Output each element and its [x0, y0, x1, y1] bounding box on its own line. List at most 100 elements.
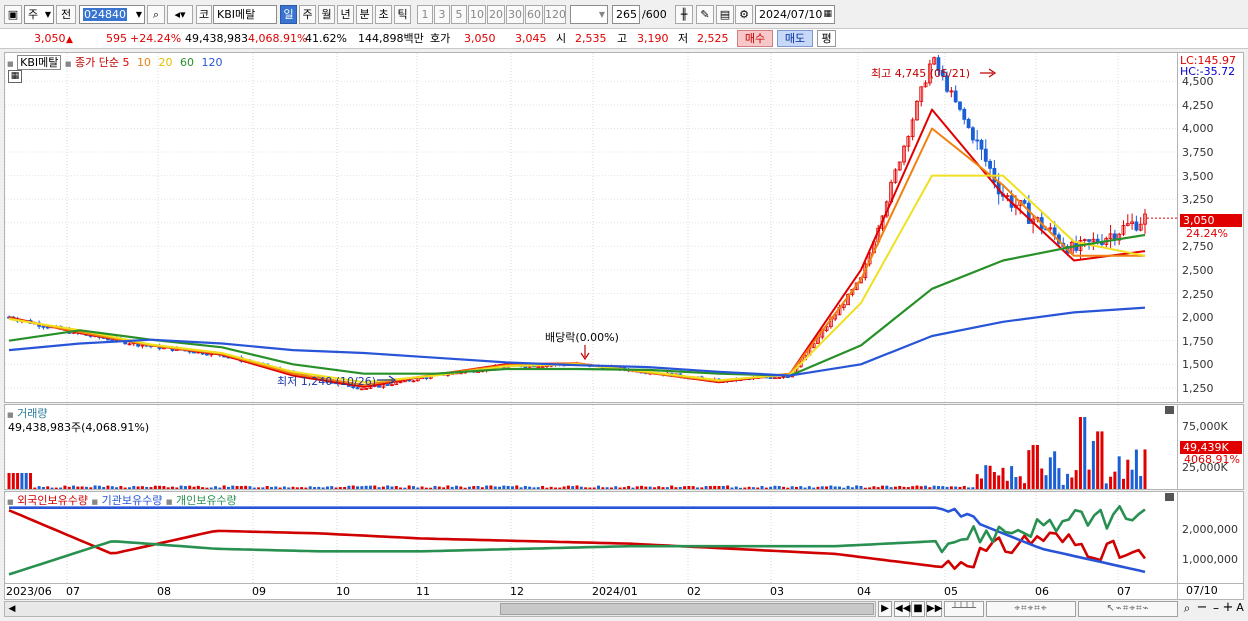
period-tab[interactable]: 년	[337, 5, 354, 24]
buy-button[interactable]: 매수	[737, 30, 773, 47]
volume-bar	[640, 485, 644, 489]
gear-icon[interactable]: ⚙	[735, 5, 753, 24]
volume-bar	[979, 478, 983, 489]
scroll-thumb[interactable]	[500, 603, 874, 615]
volume-bar	[708, 486, 712, 489]
volume-bar	[975, 474, 979, 489]
volume-bar	[863, 487, 867, 489]
calculator-icon[interactable]: ▦	[8, 70, 22, 83]
drawing-tools-icon[interactable]: ⌖⌗⌖⌗⌖	[986, 601, 1076, 617]
low-label: 저	[678, 32, 689, 45]
interval-button[interactable]: 60	[525, 5, 543, 24]
speaker-icon[interactable]: ◂▾	[167, 5, 193, 24]
price-panel: ■ KBI메탈 ■ 종가 단순 5 10 20 60 120 ▦ 최고 4,74…	[4, 52, 1178, 403]
volume-bar	[713, 485, 717, 489]
interval-button[interactable]: 120	[544, 5, 566, 24]
period-tab[interactable]: 주	[299, 5, 316, 24]
volume-bar	[162, 486, 166, 489]
volume-bar	[1010, 466, 1014, 489]
price-tick: 4,000	[1182, 122, 1214, 136]
volume-bar	[855, 485, 859, 489]
volume-bar	[295, 487, 299, 489]
x-axis-end-label: 07/10	[1186, 584, 1218, 597]
interval-button[interactable]: 5	[451, 5, 467, 24]
interval-button[interactable]: 20	[487, 5, 505, 24]
stop-icon[interactable]: ■	[911, 601, 925, 617]
chevron-down-icon: ▼	[44, 10, 51, 19]
x-axis-end-box: 07/10	[1178, 584, 1244, 600]
legend-bullet-icon: ■	[91, 498, 99, 506]
current-pct-label: 24.24%	[1186, 227, 1228, 240]
window-icon[interactable]: ▣	[4, 5, 22, 24]
volume-bar	[386, 485, 390, 489]
volume-bar	[399, 487, 403, 489]
stock-code-input[interactable]: 024840 ▼	[79, 5, 145, 24]
draw-tool-icon[interactable]: ✎	[696, 5, 714, 24]
volume-bar	[1083, 417, 1087, 489]
scroll-right-icon[interactable]: ▶	[878, 601, 892, 617]
interval-button[interactable]: 10	[468, 5, 486, 24]
volume-bar	[631, 487, 635, 489]
prev-button[interactable]: 전	[56, 5, 76, 24]
volume-bar	[265, 485, 269, 489]
volume-bar	[601, 487, 605, 489]
volume-bar	[691, 486, 695, 489]
custom-interval-input[interactable]: ▼	[570, 5, 608, 24]
interval-button[interactable]: 3	[434, 5, 450, 24]
volume-bar	[661, 487, 665, 489]
volume-bar	[700, 487, 704, 489]
volume-bar	[597, 485, 601, 489]
market-select[interactable]: 주 ▼	[24, 5, 54, 24]
volume-bar	[291, 486, 295, 489]
interval-button[interactable]: 1	[417, 5, 433, 24]
font-size-icon[interactable]: A	[1234, 601, 1246, 617]
volume-bar	[394, 486, 398, 489]
x-tick: 03	[770, 585, 784, 598]
horizontal-scrollbar[interactable]: ◀	[4, 601, 876, 617]
period-tab[interactable]: 틱	[394, 5, 411, 24]
scroll-left-icon[interactable]: ◀	[5, 602, 19, 616]
high-price: 3,190	[637, 32, 669, 45]
zoom-icon[interactable]: ⌕	[1180, 601, 1194, 617]
zoom-out-icon[interactable]: −	[1196, 601, 1208, 617]
search-icon[interactable]: ⌕	[147, 5, 165, 24]
fast-forward-icon[interactable]: ▶▶	[926, 601, 942, 617]
volume-bar	[1096, 431, 1100, 489]
period-tab[interactable]: 월	[318, 5, 335, 24]
panel-close-icon[interactable]	[1165, 493, 1174, 501]
period-tab[interactable]: 초	[375, 5, 392, 24]
count-input[interactable]: 265	[612, 5, 640, 24]
volume-bar	[351, 485, 355, 489]
candle-body	[768, 377, 773, 379]
main-toolbar: ▣ 주 ▼ 전 024840 ▼ ⌕ ◂▾ 코 KBI메탈 일주월년분초틱 1351…	[0, 0, 1248, 29]
volume-chart	[5, 405, 1147, 489]
candle-icon[interactable]: ╫	[675, 5, 693, 24]
interval-button[interactable]: 30	[506, 5, 524, 24]
candle-body	[983, 148, 988, 162]
volume-bar	[80, 486, 84, 489]
analysis-tools-icon[interactable]: ↖⌁⌗⌖⌗⌁	[1078, 601, 1178, 617]
period-tab[interactable]: 분	[356, 5, 373, 24]
save-icon[interactable]: ▤	[716, 5, 734, 24]
panel-close-icon[interactable]	[1165, 406, 1174, 414]
avg-button[interactable]: 평	[817, 30, 836, 47]
rewind-icon[interactable]: ◀◀	[894, 601, 910, 617]
volume-bar	[739, 487, 743, 489]
date-input[interactable]: 2024/07/10 ▦	[755, 5, 835, 24]
volume-bar	[102, 486, 106, 489]
zoom-in-icon[interactable]: +	[1222, 601, 1234, 617]
sell-button[interactable]: 매도	[777, 30, 813, 47]
collapse-icon[interactable]: –	[1210, 601, 1222, 617]
volume-bar	[837, 486, 841, 489]
volume-bar	[829, 485, 833, 489]
holdings-tick: 1,000,000	[1182, 553, 1238, 566]
period-tab[interactable]: 일	[280, 5, 297, 24]
volume-bar	[214, 486, 218, 489]
volume-bar	[816, 486, 820, 489]
candle-body	[540, 366, 545, 368]
volume-bar	[93, 485, 97, 489]
volume-bar	[1121, 478, 1125, 489]
volume-tick: 75,000K	[1182, 420, 1228, 433]
chevron-down-icon: ▼	[135, 10, 142, 19]
zoom-slider-icon[interactable]: ┴┴┴┴	[944, 601, 984, 617]
